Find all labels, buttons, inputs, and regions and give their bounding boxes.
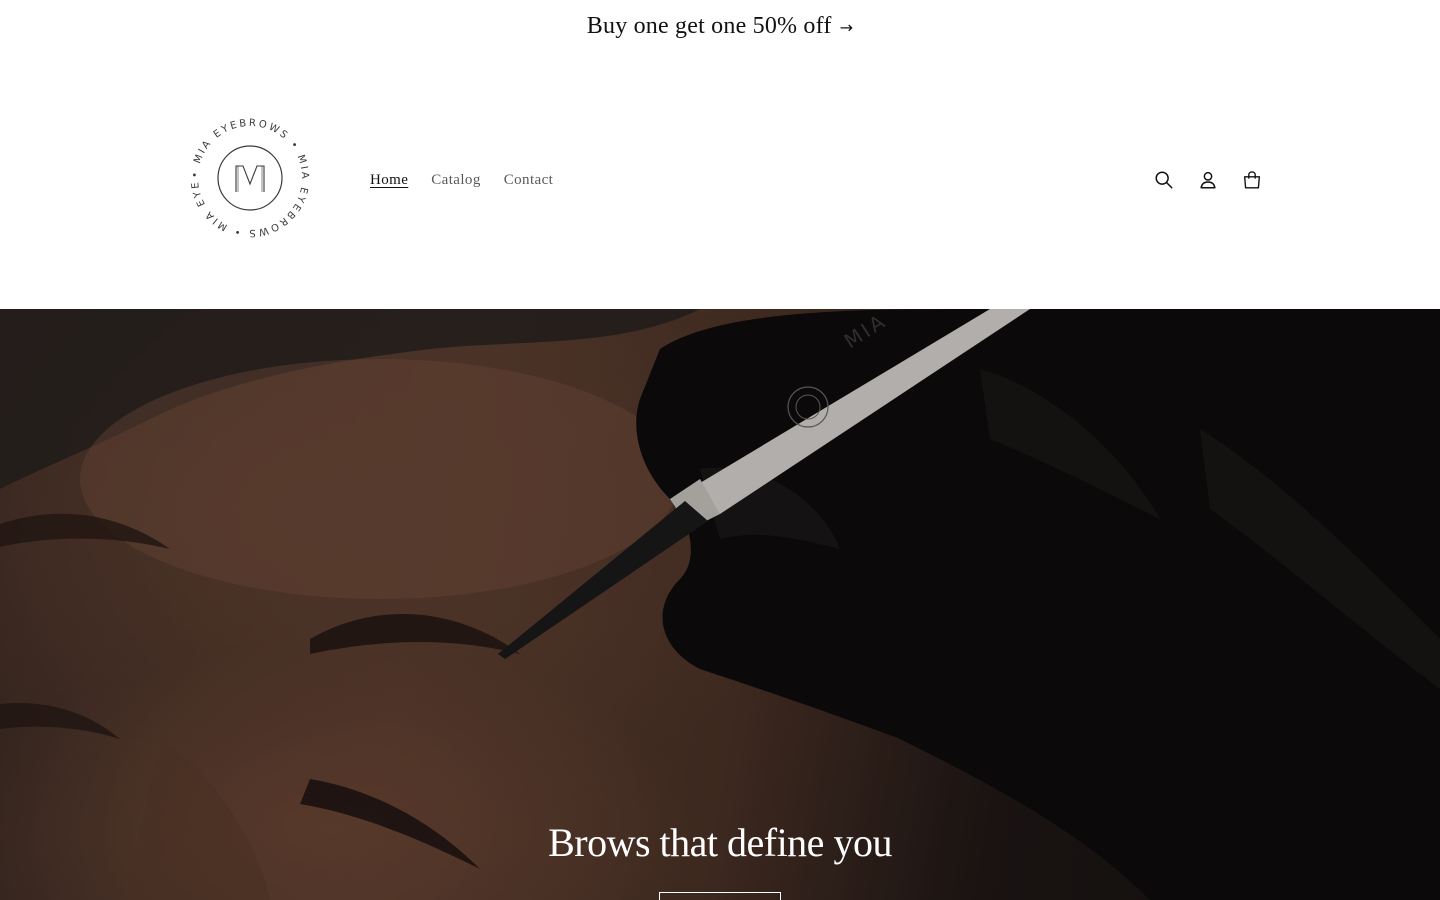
svg-text:• MIA EYEBROWS • MIA EYEBROWS: • MIA EYEBROWS • MIA EYEBROWS • MIA EYEB… xyxy=(186,114,310,238)
cart-button[interactable] xyxy=(1230,158,1274,202)
hero-banner: MIA Brows that define you xyxy=(0,309,1440,900)
cart-icon xyxy=(1243,171,1261,189)
logo-emblem: • MIA EYEBROWS • MIA EYEBROWS • MIA EYEB… xyxy=(186,114,310,238)
announcement-bar: Buy one get one 50% off → xyxy=(0,0,1440,52)
hero-overlay xyxy=(0,309,1440,900)
nav-home[interactable]: Home xyxy=(360,168,418,193)
header-icons xyxy=(1142,158,1274,202)
site-header: • MIA EYEBROWS • MIA EYEBROWS • MIA EYEB… xyxy=(0,52,1440,309)
main-nav: Home Catalog Contact xyxy=(360,168,566,193)
arrow-right-icon: → xyxy=(839,17,854,37)
hero-heading: Brows that define you xyxy=(548,820,892,865)
announcement-link[interactable]: Buy one get one 50% off → xyxy=(587,13,853,40)
nav-catalog[interactable]: Catalog xyxy=(421,168,490,193)
search-button[interactable] xyxy=(1142,158,1186,202)
nav-contact[interactable]: Contact xyxy=(494,168,563,193)
account-icon xyxy=(1200,171,1216,189)
logo-ring-text: • MIA EYEBROWS • MIA EYEBROWS • MIA EYEB… xyxy=(186,114,308,238)
announcement-text: Buy one get one 50% off xyxy=(586,12,832,39)
logo[interactable]: • MIA EYEBROWS • MIA EYEBROWS • MIA EYEB… xyxy=(186,114,314,242)
hero-cta-button[interactable] xyxy=(659,892,781,900)
search-icon xyxy=(1155,171,1173,189)
account-button[interactable] xyxy=(1186,158,1230,202)
